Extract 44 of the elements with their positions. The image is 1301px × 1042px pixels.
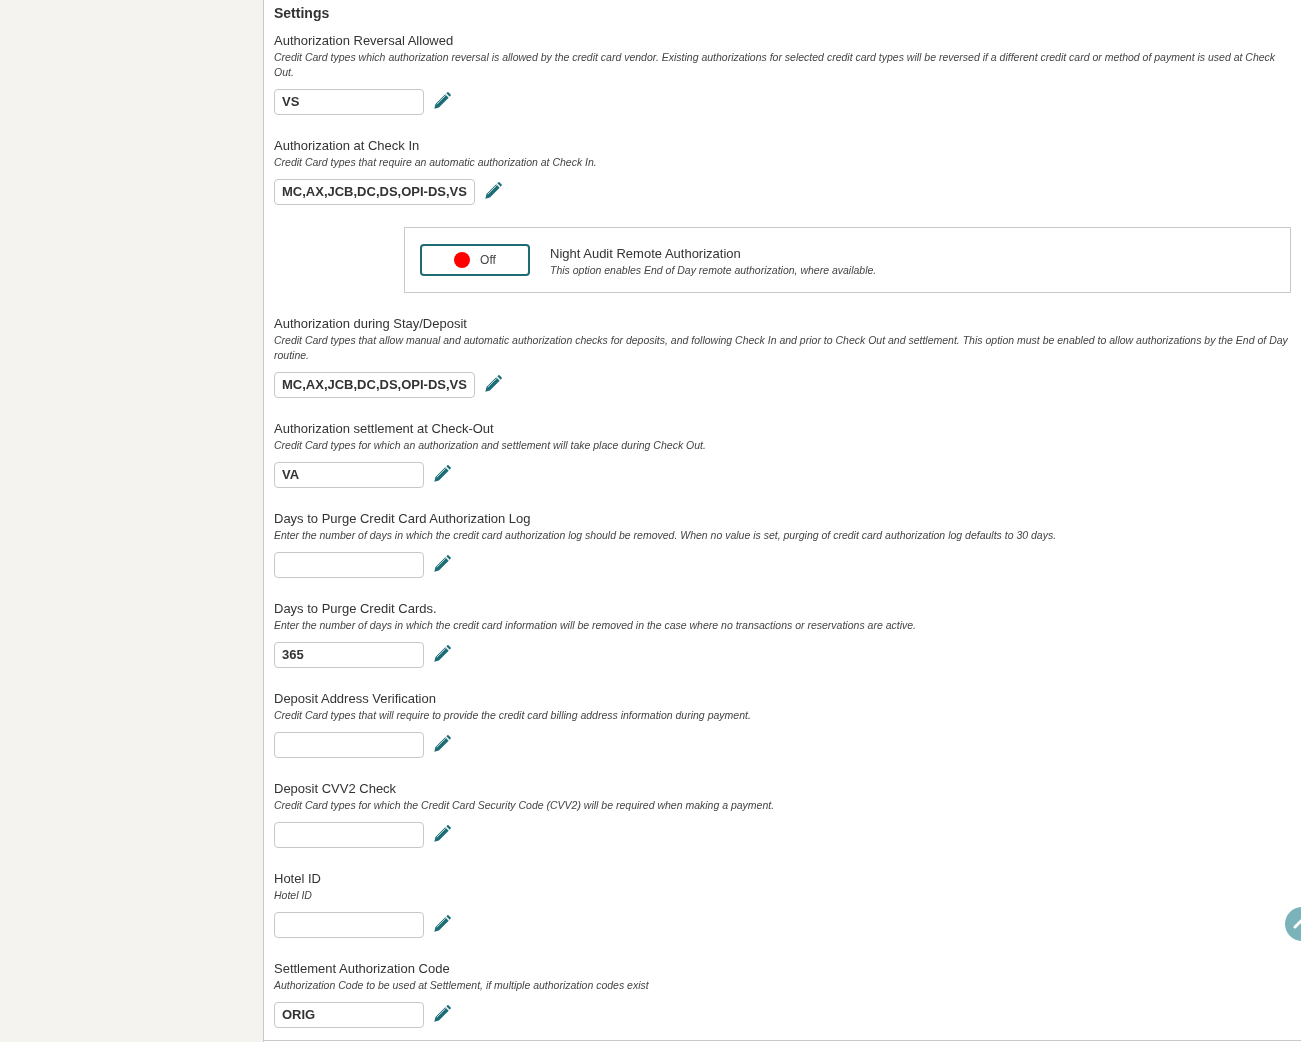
setting-description: Enter the number of days in which the credit card information will be removed in the case where no transactions or reservations are active. xyxy=(274,618,917,633)
pencil-icon[interactable] xyxy=(484,374,502,392)
setting-description: Credit Card types for which the Credit Card Security Code (CVV2) will be required when making a payment. xyxy=(274,798,776,813)
setting-description: This option enables End of Day remote authorization, where available. xyxy=(550,262,877,278)
pencil-icon[interactable] xyxy=(434,824,451,842)
input-field[interactable] xyxy=(274,822,424,848)
pencil-icon[interactable] xyxy=(434,644,451,662)
pencil-icon[interactable] xyxy=(434,734,451,752)
pencil-icon[interactable] xyxy=(434,464,451,482)
input-field[interactable]: VA xyxy=(274,462,424,488)
setting-description: Authorization Code to be used at Settlement, if multiple authorization codes exist xyxy=(274,978,650,993)
setting-description: Credit Card types which authorization reversal is allowed by the credit card vendor. Existing authorizations for selected credit card types will be reversed if a different credit card or method of payment is used at Check Out. xyxy=(274,50,1277,80)
setting-label: Night Audit Remote Authorization xyxy=(550,244,742,262)
pencil-icon[interactable] xyxy=(434,91,451,109)
setting-label: Authorization at Check In xyxy=(274,137,421,154)
setting-label: Authorization settlement at Check-Out xyxy=(274,420,495,437)
setting-description: Enter the number of days in which the credit card authorization log should be removed. When no value is set, purging of credit card authorization log defaults to 30 days. xyxy=(274,528,1058,543)
setting-description: Hotel ID xyxy=(274,888,313,903)
setting-description: Credit Card types that require an automatic authorization at Check In. xyxy=(274,155,598,170)
setting-label: Authorization Reversal Allowed xyxy=(274,32,455,49)
input-field[interactable]: MC,AX,JCB,DC,DS,OPI-DS,VS xyxy=(274,179,475,205)
setting-description: Credit Card types for which an authorization and settlement will take place during Check Out. xyxy=(274,438,707,453)
setting-label: Hotel ID xyxy=(274,870,322,887)
input-field[interactable]: MC,AX,JCB,DC,DS,OPI-DS,VS xyxy=(274,372,475,398)
input-field[interactable] xyxy=(274,552,424,578)
setting-description: Credit Card types that allow manual and automatic authorization checks for deposits, and following Check In and prior to Check Out and settlement. This option must be enabled to allow authorizations by the End of Day routine. xyxy=(274,333,1289,363)
input-field[interactable] xyxy=(274,912,424,938)
setting-label: Deposit CVV2 Check xyxy=(274,780,398,797)
pencil-icon[interactable] xyxy=(434,1004,451,1022)
input-field[interactable]: ORIG xyxy=(274,1002,424,1028)
input-field[interactable]: VS xyxy=(274,89,424,115)
input-field[interactable] xyxy=(274,732,424,758)
section-heading: Settings xyxy=(274,5,331,21)
pencil-icon[interactable] xyxy=(484,181,502,199)
pencil-icon[interactable] xyxy=(434,914,451,932)
setting-label: Deposit Address Verification xyxy=(274,690,437,707)
toggle-button[interactable]: Off xyxy=(420,244,530,276)
setting-label: Settlement Authorization Code xyxy=(274,960,451,977)
setting-label: Authorization during Stay/Deposit xyxy=(274,315,468,332)
input-field[interactable]: 365 xyxy=(274,642,424,668)
setting-label: Days to Purge Credit Card Authorization Log xyxy=(274,510,532,527)
setting-label: Days to Purge Credit Cards. xyxy=(274,600,438,617)
pencil-icon[interactable] xyxy=(434,554,451,572)
setting-description: Credit Card types that will require to provide the credit card billing address information during payment. xyxy=(274,708,752,723)
